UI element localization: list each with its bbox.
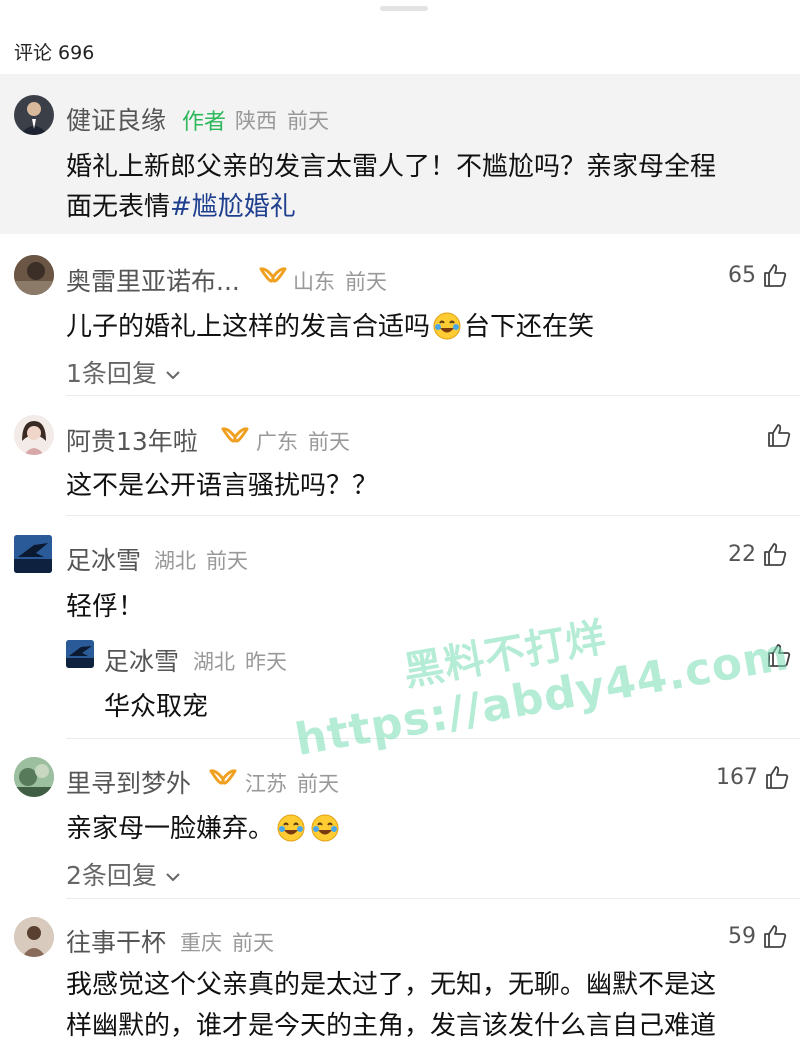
comment-region: 山东	[293, 270, 335, 294]
vip-badge-icon	[259, 267, 287, 283]
divider	[66, 515, 800, 516]
like-button[interactable]	[766, 642, 792, 668]
comment-text-part: 儿子的婚礼上这样的发言合适吗	[66, 312, 431, 342]
comment-time: 前天	[287, 109, 329, 133]
avatar[interactable]	[14, 95, 54, 135]
expand-replies-button[interactable]: 2条回复	[66, 856, 181, 892]
like-count: 167	[716, 764, 758, 790]
thumbs-up-icon	[764, 925, 787, 948]
comment-text: 婚礼上新郎父亲的发言太雷人了！不尴尬吗？亲家母全程	[66, 152, 717, 182]
thumbs-up-icon	[764, 264, 787, 287]
comment-region: 湖北	[154, 549, 196, 573]
comment-region: 江苏	[245, 772, 287, 796]
avatar[interactable]	[14, 535, 52, 573]
like-button[interactable]: 65	[728, 262, 788, 288]
like-button[interactable]: 22	[728, 541, 788, 567]
divider	[66, 898, 800, 899]
avatar[interactable]	[14, 917, 54, 957]
reply-region: 湖北	[193, 650, 235, 674]
divider	[66, 395, 800, 396]
vip-badge-icon	[221, 427, 249, 443]
comment-username[interactable]: 健证良缘	[66, 101, 166, 137]
comments-count-header: 评论 696	[14, 42, 95, 64]
thumbs-up-icon	[764, 543, 787, 566]
comment-text: 儿子的婚礼上这样的发言合适吗 台下还在笑	[66, 306, 594, 343]
comment-username[interactable]: 阿贵13年啦	[66, 422, 198, 458]
comment-time: 前天	[297, 772, 339, 796]
thumbs-up-icon	[766, 766, 789, 789]
comment-username[interactable]: 里寻到梦外	[66, 764, 191, 800]
avatar[interactable]	[14, 415, 54, 455]
comment-text: 亲家母一脸嫌弃。	[66, 808, 342, 845]
like-button[interactable]: 167	[716, 764, 790, 790]
divider	[66, 738, 800, 739]
like-count: 22	[728, 541, 756, 567]
laugh-cry-emoji	[311, 814, 339, 842]
comment-region: 广东	[256, 430, 298, 454]
thumbs-up-icon	[768, 644, 791, 667]
comment-time: 前天	[345, 270, 387, 294]
reply-username[interactable]: 足冰雪	[104, 642, 179, 678]
comment-region: 重庆	[180, 931, 222, 955]
comment-text-line2: 面无表情#尴尬婚礼	[66, 186, 296, 223]
expand-replies-button[interactable]: 1条回复	[66, 354, 181, 390]
comment-time: 前天	[232, 931, 274, 955]
comment-text: 我感觉这个父亲真的是太过了，无知，无聊。幽默不是这	[66, 970, 717, 1000]
comment-time: 前天	[308, 430, 350, 454]
laugh-cry-emoji	[277, 814, 305, 842]
reply-count-label: 2条回复	[66, 861, 157, 890]
hashtag-link[interactable]: #尴尬婚礼	[170, 192, 296, 222]
chevron-down-icon	[166, 873, 180, 882]
laugh-cry-emoji	[433, 312, 461, 340]
comment-username[interactable]: 足冰雪	[66, 541, 141, 577]
like-button[interactable]: 59	[728, 923, 788, 949]
comment-time: 前天	[206, 549, 248, 573]
like-count: 59	[728, 923, 756, 949]
avatar[interactable]	[66, 640, 94, 668]
comment-text: 这不是公开语言骚扰吗？？	[66, 471, 379, 501]
chevron-down-icon	[166, 371, 180, 380]
thumbs-up-icon	[768, 424, 791, 447]
vip-badge-icon	[209, 769, 237, 785]
author-tag: 作者	[182, 110, 227, 135]
reply-text: 华众取宠	[104, 692, 209, 722]
comment-username[interactable]: 奥雷里亚诺布...	[66, 262, 240, 298]
avatar[interactable]	[14, 255, 54, 295]
comment-text-line2: 样幽默的，谁才是今天的主角，发言该发什么言自己难道	[66, 1011, 717, 1041]
like-count: 65	[728, 262, 756, 288]
reply-time: 昨天	[245, 650, 287, 674]
comment-region: 陕西	[235, 109, 277, 133]
reply-count-label: 1条回复	[66, 359, 157, 388]
avatar[interactable]	[14, 757, 54, 797]
comment-username[interactable]: 往事干杯	[66, 923, 166, 959]
watermark-url: https://abdy44.com	[291, 628, 793, 767]
comment-text-part: 台下还在笑	[464, 312, 595, 342]
comment-text: 轻俘！	[66, 592, 145, 622]
watermark-line1: 黑料不打烊	[400, 614, 611, 696]
comment-text-part: 亲家母一脸嫌弃。	[66, 814, 275, 844]
like-button[interactable]	[766, 422, 792, 448]
comment-text-plain: 面无表情	[66, 192, 171, 222]
sheet-grabber[interactable]	[380, 6, 428, 11]
